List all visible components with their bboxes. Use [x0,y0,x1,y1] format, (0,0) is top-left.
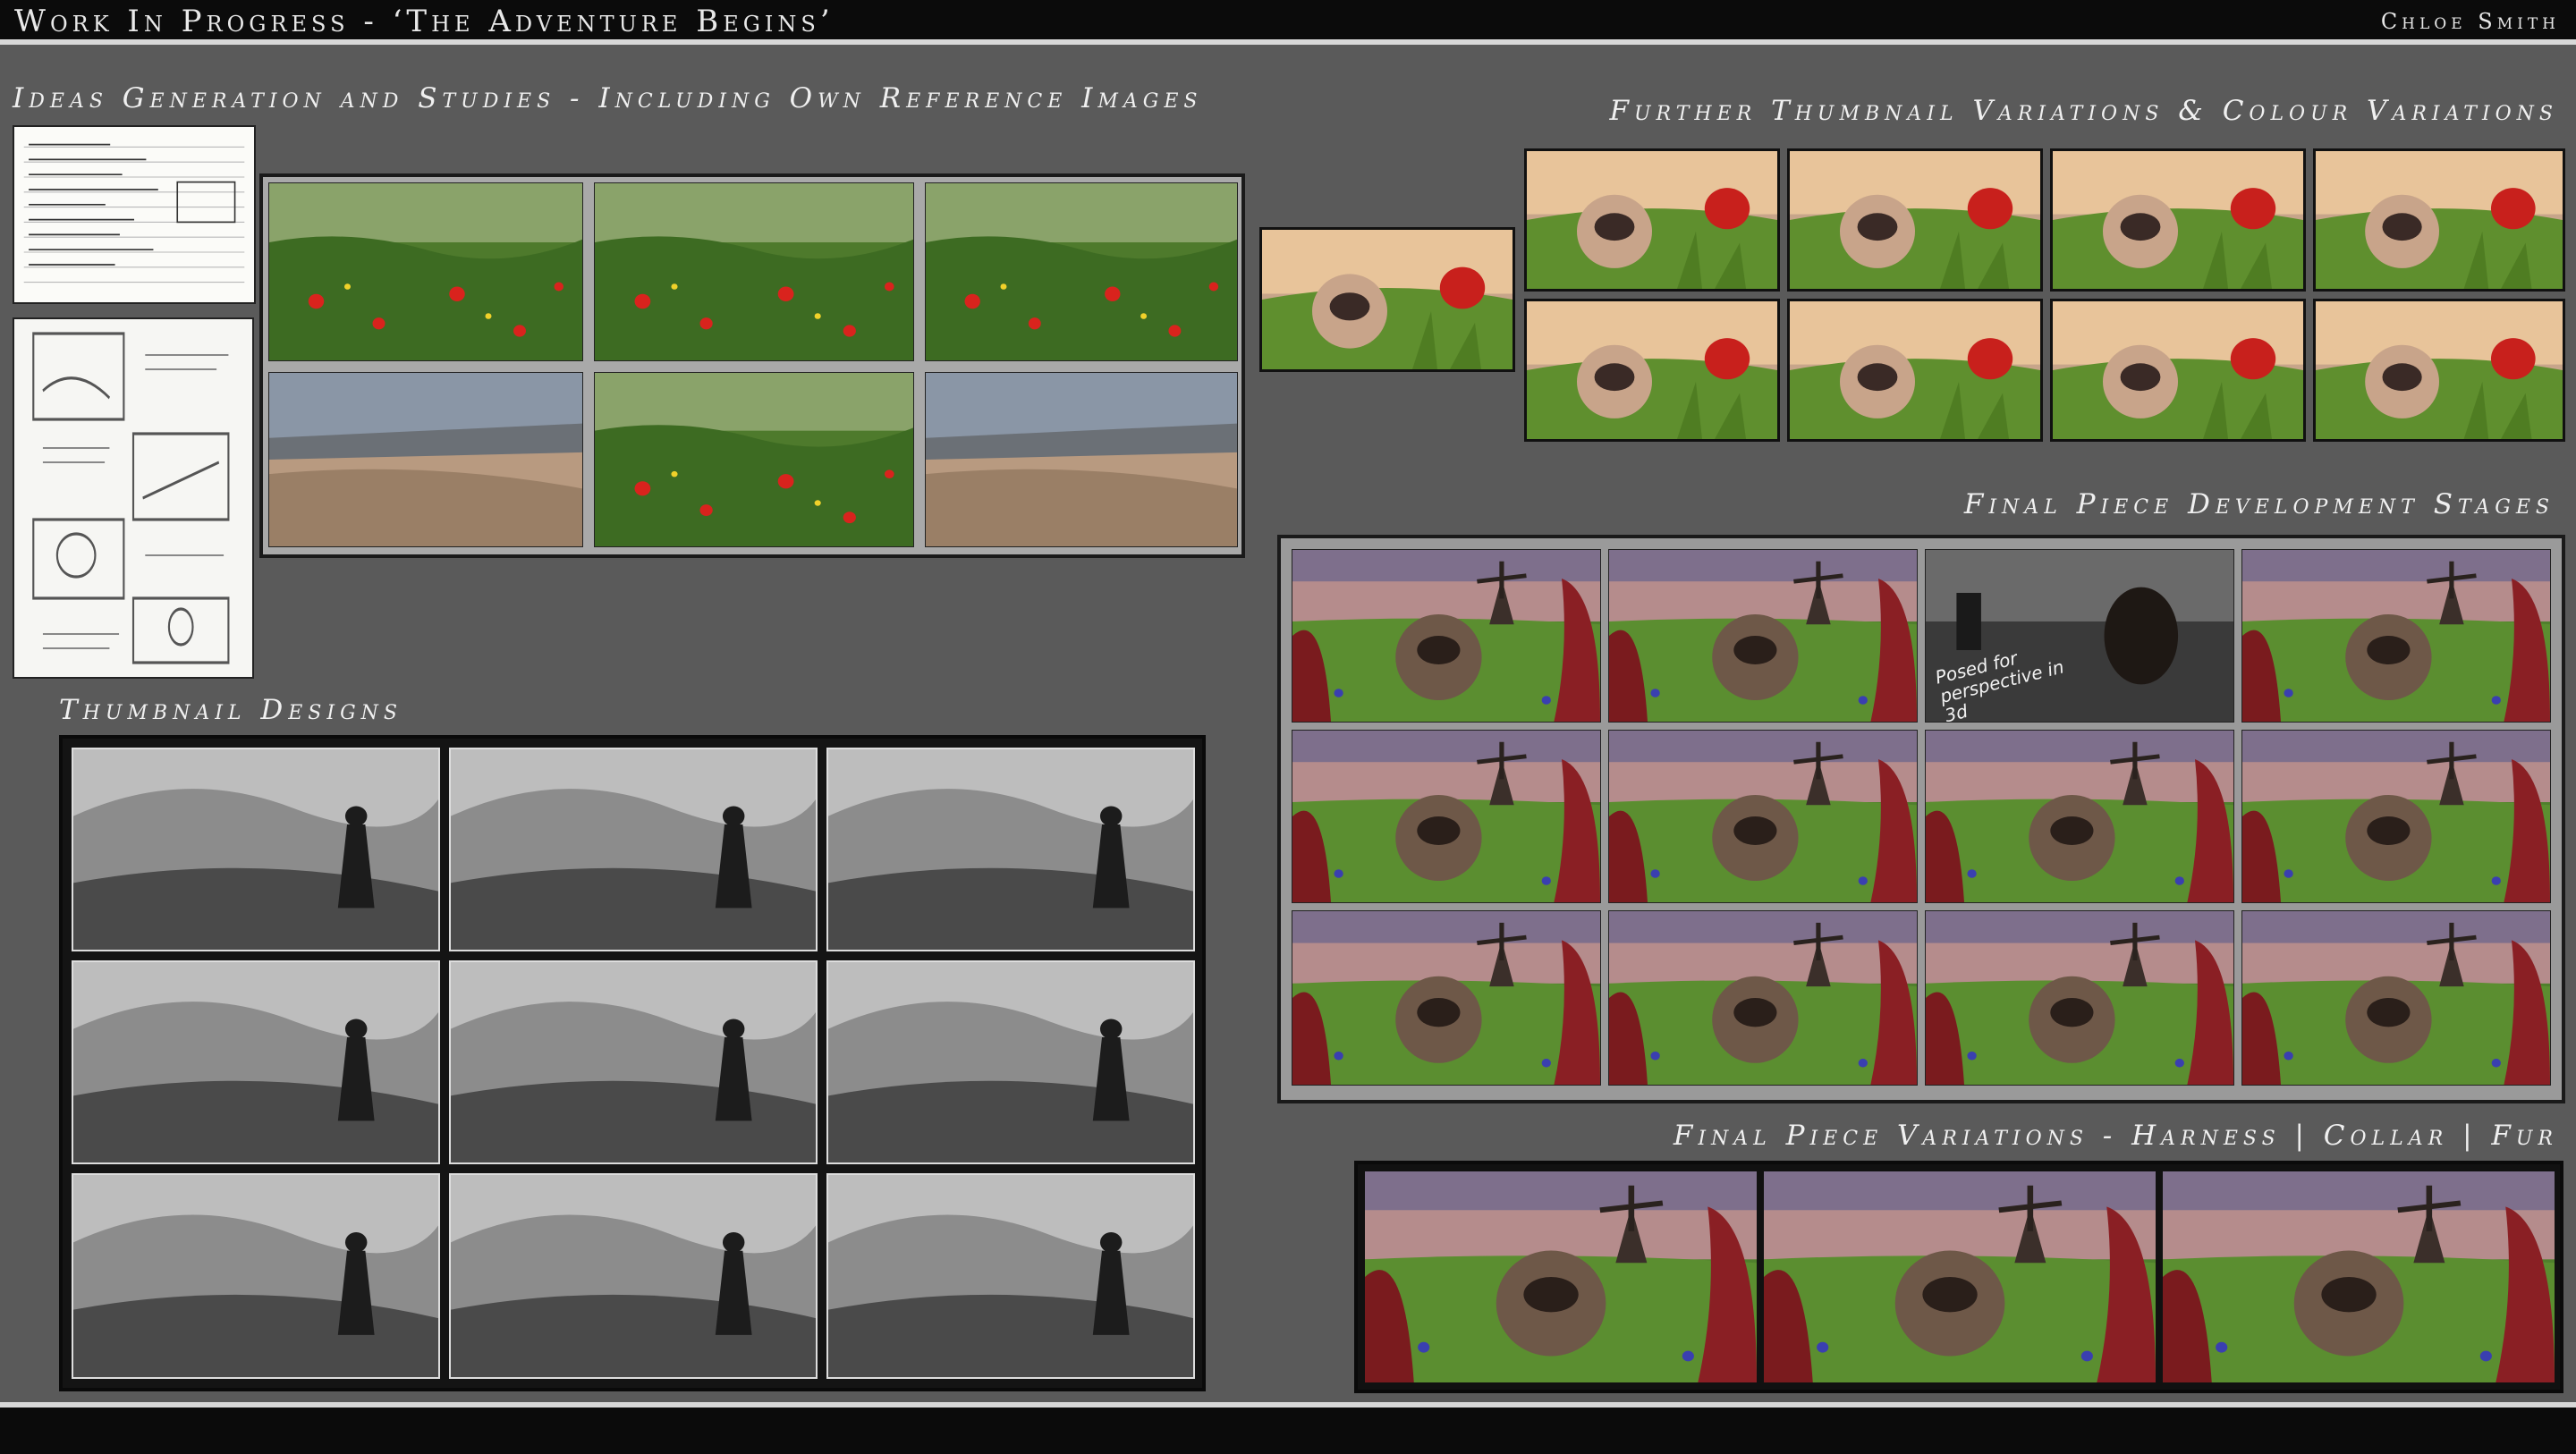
heading-final-development: Final Piece Development Stages [1963,488,2555,520]
heading-ideas: Ideas Generation and Studies - Including… [13,82,1203,114]
sketch-page [13,317,254,679]
development-stage [1608,549,1918,723]
colour-variation [1524,299,1780,442]
thumbnail-designs-panel [59,735,1206,1391]
variation-collar [1764,1171,2156,1382]
final-variations-panel [1354,1161,2563,1393]
grayscale-thumbnail [72,1173,440,1379]
reference-photo-windmill-poppies [925,182,1238,361]
development-stage-3d-pose: Posed for perspective in 3d [1925,549,2234,723]
variation-harness [1365,1171,1757,1382]
grayscale-thumbnail [449,1173,818,1379]
reference-photo-pebbles [925,372,1238,547]
bottom-bar [0,1402,2576,1454]
grayscale-thumbnail [449,960,818,1164]
development-stage [1608,910,1918,1086]
development-stage [1925,910,2234,1086]
notes-page [13,125,256,304]
development-stage [2241,549,2551,723]
page-title: Work In Progress - ‘The Adventure Begins… [14,4,835,39]
reference-photo-pug-meadow [268,182,583,361]
colour-variation [1524,148,1780,292]
colour-variation [1787,299,2043,442]
colour-thumbnail-main [1259,227,1515,372]
grayscale-thumbnail [72,960,440,1164]
reference-photos-panel [259,173,1245,558]
development-stage [1925,730,2234,903]
development-stage [1292,549,1601,723]
heading-further-thumbnails: Further Thumbnail Variations & Colour Va… [1609,95,2558,127]
variation-fur [2163,1171,2555,1382]
author-name: Chloe Smith [2380,9,2560,34]
colour-variation [2313,148,2565,292]
grayscale-thumbnail [72,748,440,951]
colour-variations-grid [1524,148,2565,444]
colour-variation [1787,148,2043,292]
colour-variation [2313,299,2565,442]
colour-variation [2050,299,2306,442]
development-stage [2241,730,2551,903]
top-bar: Work In Progress - ‘The Adventure Begins… [0,0,2576,45]
colour-variation [2050,148,2306,292]
grayscale-thumbnail [449,748,818,951]
reference-photo-beach [268,372,583,547]
heading-thumbnail-designs: Thumbnail Designs [59,694,402,726]
final-development-panel: Posed for perspective in 3d [1277,535,2565,1103]
grayscale-thumbnail [826,1173,1195,1379]
heading-final-variations: Final Piece Variations - Harness | Colla… [1673,1120,2558,1152]
reference-photo-pug-grass [594,182,914,361]
development-stage [2241,910,2551,1086]
grayscale-thumbnail [826,748,1195,951]
reference-photo-thistles [594,372,914,547]
development-stage [1292,730,1601,903]
development-stage [1608,730,1918,903]
grayscale-thumbnail [826,960,1195,1164]
development-stage [1292,910,1601,1086]
